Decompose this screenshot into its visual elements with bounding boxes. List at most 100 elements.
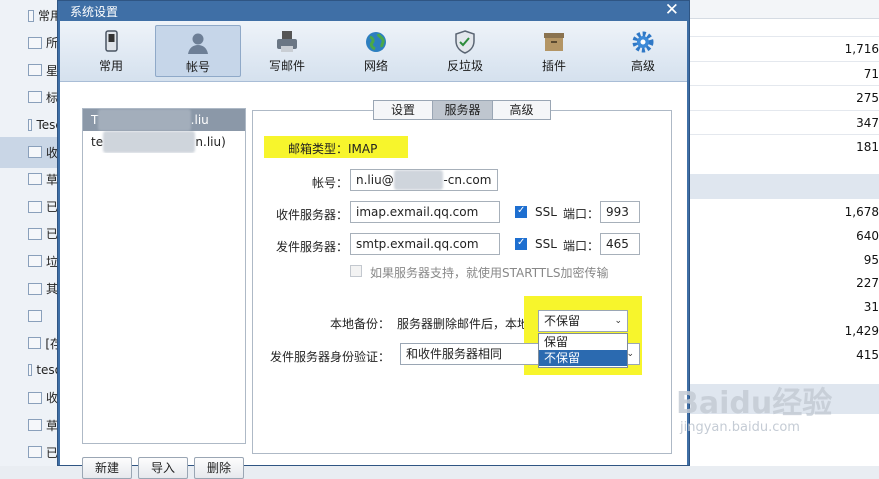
- watermark: Baidu经验: [676, 386, 833, 421]
- watermark-url: jingyan.baidu.com: [680, 420, 800, 435]
- new-account-button[interactable]: 新建: [82, 457, 132, 479]
- folder-icon: [28, 173, 42, 186]
- tab-settings[interactable]: 设置: [373, 100, 433, 120]
- folder-icon: [28, 419, 42, 431]
- ssl-label: SSL: [535, 237, 557, 251]
- tab-advanced[interactable]: 高级: [492, 100, 551, 120]
- incoming-server-label: 收件服务器：: [275, 208, 348, 222]
- incoming-port-field[interactable]: 993: [600, 201, 640, 223]
- mail-count: 181: [856, 140, 879, 154]
- account-item[interactable]: Txxxxxxxxxxxxx.liu: [83, 109, 245, 131]
- account-field[interactable]: n.liu@xxxxxxx-cn.com: [350, 169, 498, 191]
- auth-selected-value: 和收件服务器相同: [406, 347, 503, 361]
- import-account-button[interactable]: 导入: [138, 457, 188, 479]
- row-divider: [690, 36, 879, 37]
- mail-count: 415: [856, 347, 879, 362]
- toolbar-label: 反垃圾: [446, 59, 483, 73]
- folder-icon: [28, 118, 33, 131]
- gear-icon: [632, 31, 654, 53]
- redacted-text: xxxxxxxxxxxxx: [98, 109, 191, 131]
- dialog-titlebar: 系统设置 ✕: [58, 0, 689, 21]
- starttls-checkbox[interactable]: [350, 265, 362, 277]
- mail-count: 347: [856, 115, 879, 130]
- mail-count: 31: [863, 300, 879, 315]
- row-divider: [690, 85, 879, 86]
- account-suffix: .liu: [190, 113, 209, 127]
- incoming-server-field[interactable]: imap.exmail.qq.com: [350, 201, 500, 223]
- port-label: 端口：: [563, 207, 600, 221]
- account-field-suffix: -cn.com: [443, 173, 492, 187]
- toolbar-plugins[interactable]: 插件: [511, 25, 597, 77]
- mail-count: 1,716: [844, 42, 879, 56]
- folder-icon: [28, 255, 42, 268]
- account-prefix: te: [91, 135, 104, 149]
- settings-content: Txxxxxxxxxxxxx.liu texxxxxxxxxxxxxn.liu)…: [60, 82, 687, 479]
- dropdown-option-keep[interactable]: 保留: [539, 334, 627, 350]
- close-icon[interactable]: ✕: [665, 0, 679, 20]
- row-divider: [690, 134, 879, 135]
- account-list: Txxxxxxxxxxxxx.liu texxxxxxxxxxxxxn.liu): [82, 108, 246, 444]
- outgoing-ssl-checkbox[interactable]: [515, 237, 527, 250]
- tab-server[interactable]: 服务器: [432, 100, 493, 120]
- settings-dialog: 系统设置 ✕ 常用 帐号 写邮件 网络 反垃圾 插件 高级 T .liu te …: [57, 0, 690, 479]
- backup-select[interactable]: 不保留 ⌄: [538, 310, 628, 332]
- mail-count: 1,678: [844, 205, 879, 219]
- folder-icon: [28, 282, 42, 295]
- backup-label: 本地备份：: [329, 317, 390, 331]
- dropdown-option-discard[interactable]: 不保留: [539, 350, 627, 366]
- globe-icon: [366, 32, 386, 52]
- mailbox-type: 邮箱类型：IMAP: [288, 142, 378, 156]
- mail-count: 227: [856, 276, 879, 291]
- mail-count: 1,429: [844, 324, 879, 338]
- toolbar-antispam[interactable]: 反垃圾: [422, 25, 508, 77]
- ssl-label: SSL: [535, 205, 557, 219]
- folder-icon: [28, 309, 42, 322]
- outgoing-port-field[interactable]: 465: [600, 233, 640, 255]
- printer-icon: [277, 31, 297, 52]
- folder-icon: [28, 9, 34, 22]
- row-divider: [690, 109, 879, 111]
- toolbar-general[interactable]: 常用: [68, 25, 154, 77]
- settings-toolbar: 常用 帐号 写邮件 网络 反垃圾 插件 高级: [60, 21, 687, 82]
- toolbar-label: 网络: [363, 59, 388, 73]
- outgoing-server-field[interactable]: smtp.exmail.qq.com: [350, 233, 500, 255]
- outgoing-server-label: 发件服务器：: [275, 240, 348, 254]
- folder-icon: [28, 364, 33, 377]
- user-icon: [188, 33, 208, 54]
- box-icon: [544, 33, 564, 51]
- auth-label: 发件服务器身份验证：: [269, 350, 390, 364]
- account-prefix: T: [91, 113, 99, 127]
- folder-icon: [28, 91, 42, 104]
- toolbar-label: 写邮件: [268, 59, 305, 73]
- toolbar-label: 高级: [630, 59, 655, 73]
- folder-icon: [28, 446, 42, 459]
- account-item[interactable]: texxxxxxxxxxxxxn.liu): [83, 131, 245, 153]
- mail-count: 71: [863, 66, 879, 81]
- folder-icon: [28, 36, 42, 49]
- folder-item[interactable]: 已: [0, 437, 62, 468]
- group-band: [690, 174, 879, 199]
- backup-dropdown: 保留 不保留: [538, 333, 628, 368]
- account-suffix: n.liu): [195, 135, 226, 149]
- delete-account-button[interactable]: 删除: [194, 457, 244, 479]
- mail-list-header: [690, 0, 879, 19]
- account-settings-panel: [252, 110, 672, 454]
- folder-icon: [28, 227, 42, 240]
- account-label: 帐号：: [311, 176, 348, 190]
- toolbar-account[interactable]: 帐号: [155, 25, 241, 77]
- mail-folder-sidebar: 常用所星标 Tesc 收草已已垃其 [存 teso 收草已: [0, 0, 62, 466]
- toolbar-compose[interactable]: 写邮件: [244, 25, 330, 77]
- port-label: 端口：: [563, 239, 600, 253]
- redacted-text: xxxxxxx: [393, 170, 444, 190]
- toolbar-advanced[interactable]: 高级: [600, 25, 686, 77]
- incoming-ssl-checkbox[interactable]: [515, 205, 527, 218]
- starttls-label: 如果服务器支持，就使用STARTTLS加密传输: [370, 266, 609, 280]
- account-field-prefix: n.liu@: [356, 173, 394, 187]
- folder-icon: [28, 337, 42, 350]
- toolbar-network[interactable]: 网络: [333, 25, 419, 77]
- row-divider: [690, 60, 879, 62]
- shield-icon: [455, 30, 475, 54]
- folder-icon: [28, 391, 42, 404]
- backup-selected-value: 不保留: [544, 314, 581, 328]
- folder-icon: [28, 64, 42, 77]
